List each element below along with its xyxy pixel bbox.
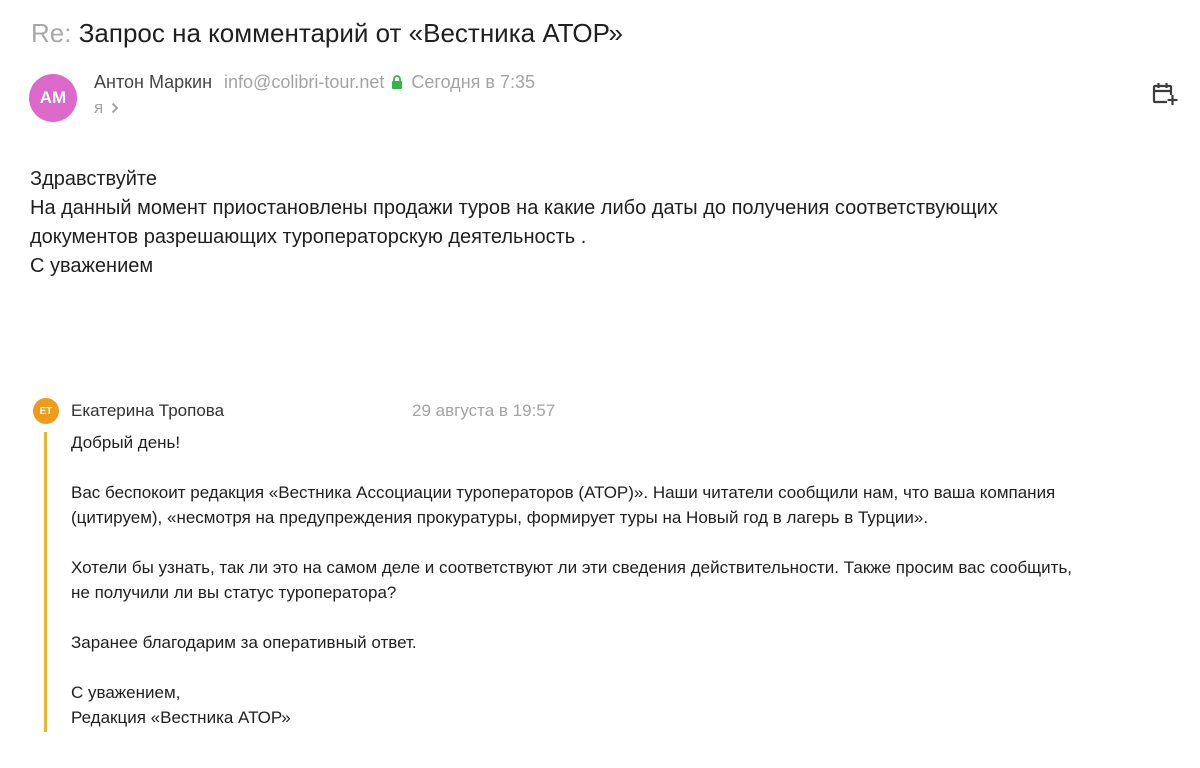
add-calendar-event-icon[interactable]: [1152, 82, 1178, 106]
quote-date: 29 августа в 19:57: [412, 401, 556, 420]
quote-line: Заранее благодарим за оперативный ответ.: [71, 633, 417, 652]
quote-line: Хотели бы узнать, так ли это на самом де…: [71, 558, 1073, 577]
email-subject: Re: Запрос на комментарий от «Вестника А…: [31, 16, 623, 50]
subject-text: Запрос на комментарий от «Вестника АТОР»: [78, 18, 623, 48]
body-line: На данный момент приостановлены продажи …: [30, 197, 998, 219]
sender-avatar[interactable]: АМ: [29, 74, 77, 122]
body-line: С уважением: [30, 255, 154, 277]
message-body: Здравствуйте На данный момент приостанов…: [30, 165, 998, 281]
quote-line: не получили ли вы статус туроператора?: [71, 583, 397, 602]
sent-date: Сегодня в 7:35: [411, 72, 535, 92]
quote-avatar: ЕТ: [33, 398, 59, 424]
sender-line: Антон Маркин info@colibri-tour.net Сегод…: [94, 70, 535, 94]
sender-name[interactable]: Антон Маркин: [94, 70, 212, 94]
quote-line: (цитируем), «несмотря на предупреждения …: [71, 508, 929, 527]
sender-email[interactable]: info@colibri-tour.net: [224, 70, 384, 94]
quote-bar: [44, 432, 47, 732]
chevron-right-icon: [112, 102, 119, 114]
body-line: Здравствуйте: [30, 168, 157, 190]
quote-body: Добрый день! Вас беспокоит редакция «Вес…: [71, 430, 1072, 730]
lock-icon: [392, 75, 403, 89]
quote-signature: Редакция «Вестника АТОР»: [71, 708, 291, 727]
quote-line: Вас беспокоит редакция «Вестника Ассоциа…: [71, 483, 1056, 502]
reply-prefix: Re:: [31, 18, 72, 48]
recipient-label: я: [94, 98, 104, 117]
body-line: документов разрешающих туроператорскую д…: [30, 226, 587, 248]
recipient-toggle[interactable]: я: [94, 96, 119, 120]
quote-signoff: С уважением,: [71, 683, 181, 702]
quote-author: Екатерина Тропова: [71, 401, 225, 420]
quote-greeting: Добрый день!: [71, 433, 181, 452]
